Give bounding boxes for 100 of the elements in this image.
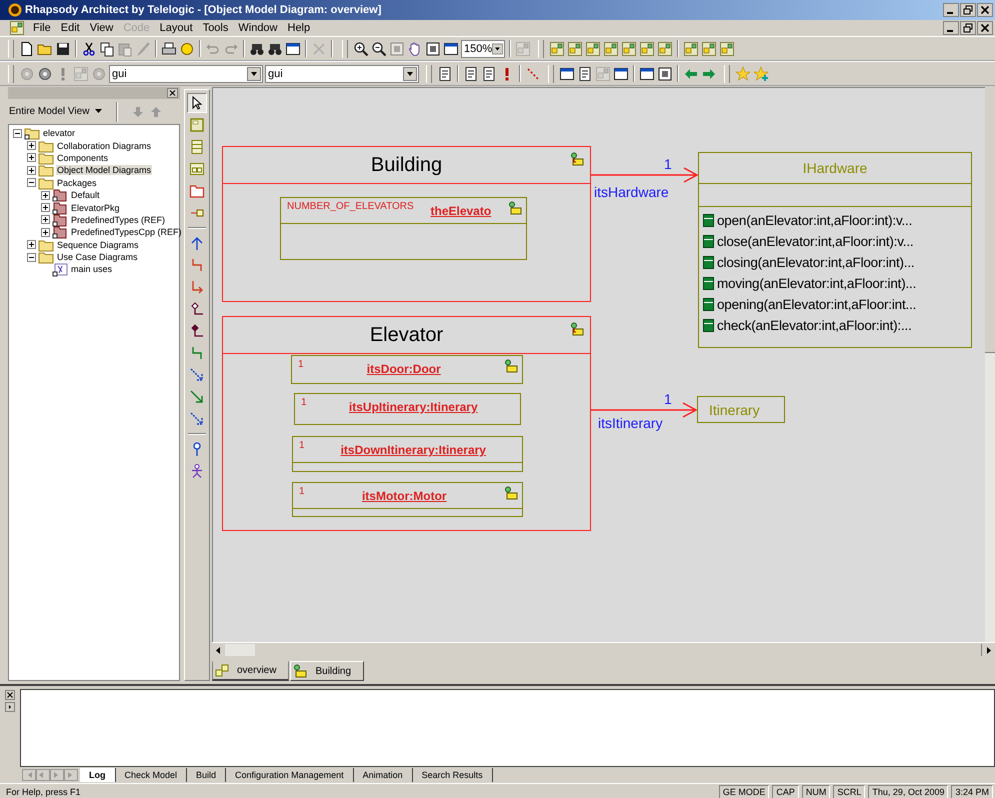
menu-item[interactable]: Tools [198,20,234,36]
menu-item[interactable]: View [84,20,118,36]
star-icon[interactable] [735,66,751,82]
star-plus-icon[interactable] [753,66,769,82]
dropdown[interactable]: 150% [461,40,505,58]
tree-item[interactable]: Collaboration Diagrams [56,140,152,151]
restore-button[interactable] [960,21,976,35]
close-button[interactable] [977,3,993,17]
window-icon[interactable] [559,66,575,82]
diagram-icon[interactable] [621,40,637,56]
minimize-button[interactable] [943,3,959,17]
close-icon[interactable] [5,690,15,700]
document-icon[interactable] [481,66,497,82]
minimize-button[interactable] [943,21,959,35]
expand-icon[interactable] [41,228,50,237]
output-tab[interactable]: Check Model [116,768,188,782]
diagram-icon[interactable] [603,40,619,56]
diamond-line-icon[interactable] [189,301,205,317]
folder-icon[interactable] [189,183,205,199]
diagonal-arrow-icon[interactable] [189,367,205,383]
diagram-tab[interactable]: overview [212,661,290,681]
zoom-in-icon[interactable] [353,40,369,56]
scissors-icon[interactable] [81,40,97,56]
dashed-line-icon[interactable] [525,66,541,82]
menu-item[interactable]: Window [233,20,282,36]
diagram-icon[interactable] [683,40,699,56]
window-icon[interactable] [443,40,459,56]
expand-icon[interactable] [27,240,36,250]
output-tab[interactable]: Configuration Management [226,768,354,782]
diagram-icon[interactable] [9,20,25,36]
tree-item[interactable]: Sequence Diagrams [56,240,140,250]
menu-item[interactable]: Help [282,20,316,36]
expand-icon[interactable] [27,153,36,162]
dropdown[interactable]: gui [265,64,419,82]
diagram-icon[interactable] [657,40,673,56]
caret-icon[interactable] [95,109,102,114]
document-icon[interactable] [577,66,593,82]
diagram-icon[interactable] [585,40,601,56]
document-icon[interactable] [437,66,453,82]
diagram-tab[interactable]: Building [290,661,364,681]
expand-icon[interactable] [41,215,50,224]
close-button[interactable] [977,21,993,35]
window-icon[interactable] [285,40,301,56]
new-file-icon[interactable] [19,40,35,56]
zoom-out-icon[interactable] [371,40,387,56]
frame-icon[interactable] [657,66,673,82]
output-tab[interactable]: Build [187,768,226,782]
expand-icon[interactable] [41,190,50,200]
expand-icon[interactable] [27,141,36,150]
up-arrow-icon[interactable] [189,235,205,251]
filled-diamond-icon[interactable] [189,323,205,339]
output-tab[interactable]: Animation [354,768,413,782]
printer-icon[interactable] [161,40,177,56]
copy-icon[interactable] [99,40,115,56]
window-icon[interactable] [639,66,655,82]
output-tab[interactable]: Search Results [412,768,493,782]
diagram-icon[interactable] [701,40,717,56]
part-name: itsDoor:Door [366,361,442,376]
menu-item[interactable]: Edit [56,20,85,36]
frame-icon[interactable] [425,40,441,56]
vertical-scrollbar[interactable] [985,87,995,642]
scrollbar-thumb[interactable] [225,644,255,656]
view-selector[interactable]: Entire Model View [9,106,90,117]
restore-button[interactable] [960,3,976,17]
tree-item[interactable]: Default [70,190,101,200]
document-icon[interactable] [463,66,479,82]
collapse-icon[interactable] [13,128,22,138]
tree-item[interactable]: ElevatorPkg [70,202,121,213]
expand-icon[interactable] [27,166,36,175]
class-icon[interactable] [189,139,205,155]
collapse-icon[interactable] [27,252,36,262]
pin-icon[interactable] [5,702,15,712]
expand-icon[interactable] [41,203,50,212]
horizontal-scrollbar[interactable] [212,642,995,657]
tree-item[interactable]: Components [56,152,110,163]
tree-item[interactable]: elevator [42,128,76,138]
menu-item[interactable]: Layout [154,20,198,36]
tree-item[interactable]: Packages [56,178,98,188]
output-tab[interactable]: Log [80,768,116,782]
stick-figure-icon[interactable] [189,463,205,479]
tree-item[interactable]: PredefinedTypes (REF) [70,214,166,225]
dropdown[interactable]: gui [109,64,263,82]
collapse-icon[interactable] [27,178,36,188]
object-icon[interactable] [189,117,205,133]
tree-item[interactable]: Use Case Diagrams [56,252,139,262]
tree-item[interactable]: PredefinedTypesCpp (REF) [70,227,183,238]
diagram-icon[interactable] [549,40,565,56]
window-icon[interactable] [613,66,629,82]
composite-icon[interactable] [189,161,205,177]
diagram-icon[interactable] [567,40,583,56]
tree-item[interactable]: main uses [70,264,114,274]
close-icon[interactable] [167,88,178,98]
diagonal-arrow-icon[interactable] [189,411,205,427]
diagram-icon[interactable] [719,40,735,56]
tree-item[interactable]: Object Model Diagrams [56,165,152,176]
diagram-icon[interactable] [639,40,655,56]
menu-item[interactable]: File [28,20,56,36]
diagonal-arrow-icon[interactable] [189,389,205,405]
part-name: itsMotor:Motor [360,488,448,503]
save-icon[interactable] [55,40,71,56]
